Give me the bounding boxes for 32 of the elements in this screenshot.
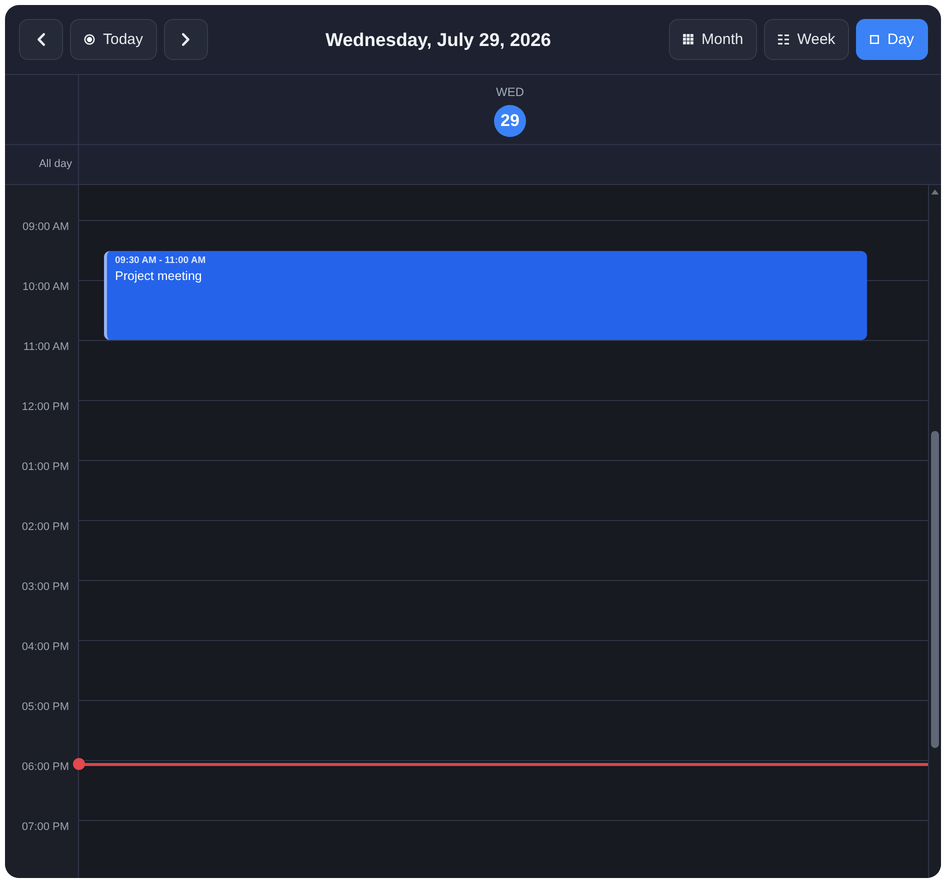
time-label: 05:00 PM <box>22 700 69 714</box>
time-label: 01:00 PM <box>22 460 69 474</box>
previous-button[interactable] <box>19 19 63 60</box>
grid-icon <box>682 34 694 45</box>
date-number: 29 <box>494 105 526 137</box>
time-label: 06:00 PM <box>22 760 69 774</box>
time-label: 03:00 PM <box>22 580 69 594</box>
square-icon <box>870 35 880 44</box>
all-day-label: All day <box>38 157 73 172</box>
chevron-right-icon <box>182 33 190 46</box>
event-title: Project meeting <box>115 268 203 284</box>
date-title: Wednesday, July 29, 2026 <box>326 28 552 52</box>
event-block[interactable]: 09:30 AM - 11:00 AM Project meeting <box>104 251 867 340</box>
columns-icon <box>778 34 790 45</box>
view-button[interactable]: Month <box>668 19 758 60</box>
chevron-left-icon <box>37 33 45 46</box>
scrollbar-thumb[interactable] <box>931 431 939 748</box>
view-button[interactable]: Week <box>764 19 850 60</box>
weekday-label: WED <box>496 85 524 99</box>
view-button[interactable]: Day <box>856 19 928 60</box>
radio-icon <box>84 34 95 45</box>
time-label: 11:00 AM <box>23 340 69 354</box>
time-label: 04:00 PM <box>22 640 69 654</box>
today-button[interactable]: Today <box>70 19 158 60</box>
time-label: 10:00 AM <box>22 280 69 294</box>
next-button[interactable] <box>164 19 208 60</box>
time-label: 09:00 AM <box>22 220 69 234</box>
time-label: 07:00 PM <box>22 820 69 834</box>
time-label: 12:00 PM <box>22 400 69 414</box>
scroll-up-arrow-icon <box>931 189 939 195</box>
time-label: 02:00 PM <box>22 520 69 534</box>
event-time: 09:30 AM - 11:00 AM <box>115 255 207 267</box>
